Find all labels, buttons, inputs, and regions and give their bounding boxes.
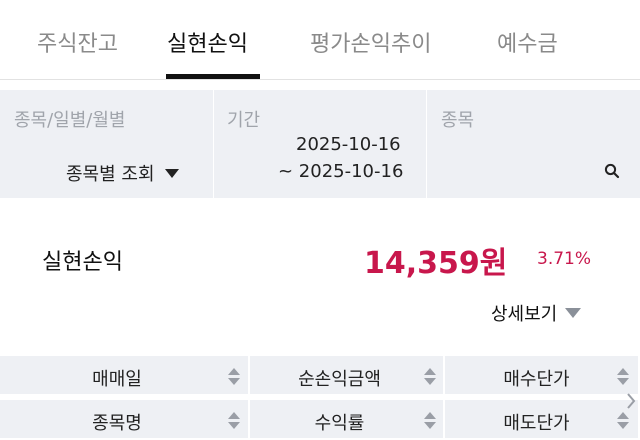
tab-bar: 주식잔고 실현손익 평가손익추이 예수금: [0, 0, 640, 80]
column-header-sell-price[interactable]: 매도단가: [445, 400, 640, 440]
tab-realized-pnl[interactable]: 실현손익: [167, 26, 248, 58]
column-header-buy-price[interactable]: 매수단가: [445, 356, 640, 396]
sort-icon[interactable]: [424, 368, 436, 386]
detail-view-button[interactable]: 상세보기: [491, 300, 582, 326]
filter-period-label: 기간: [227, 110, 261, 131]
tab-stock-balance[interactable]: 주식잔고: [37, 26, 118, 58]
realized-pnl-label: 실현손익: [42, 250, 123, 275]
filter-stock-cell[interactable]: 종목: [427, 90, 640, 198]
period-start-date[interactable]: 2025-10-16: [296, 134, 401, 155]
detail-view-label: 상세보기: [491, 304, 558, 325]
tab-deposit[interactable]: 예수금: [497, 26, 558, 58]
realized-pnl-rate: 3.71%: [537, 249, 592, 269]
active-tab-indicator: [166, 74, 260, 79]
triangle-down-icon: [565, 308, 582, 318]
column-header-net-pnl[interactable]: 순손익금액: [250, 356, 445, 396]
sort-icon[interactable]: [424, 412, 436, 430]
filter-type-label: 종목/일별/월별: [14, 110, 126, 131]
sort-icon[interactable]: [617, 412, 629, 430]
realized-pnl-amount: 14,359원: [364, 246, 508, 281]
period-end-date[interactable]: ~ 2025-10-16: [278, 161, 403, 182]
filter-stock-label: 종목: [441, 110, 475, 131]
filter-panel: 종목/일별/월별 종목별 조회 기간 2025-10-16 ~ 2025-10-…: [0, 90, 640, 198]
filter-type-cell[interactable]: 종목/일별/월별 종목별 조회: [0, 90, 213, 198]
chevron-right-icon[interactable]: [626, 392, 636, 410]
sort-icon[interactable]: [228, 412, 240, 430]
triangle-down-icon: [164, 168, 179, 178]
column-header-trade-date[interactable]: 매매일: [0, 356, 250, 396]
filter-type-dropdown[interactable]: 종목별 조회: [66, 160, 179, 186]
filter-type-value: 종목별 조회: [66, 164, 155, 185]
column-header-stock-name[interactable]: 종목명: [0, 400, 250, 440]
tab-valuation-trend[interactable]: 평가손익추이: [310, 26, 431, 58]
filter-period-cell[interactable]: 기간 2025-10-16 ~ 2025-10-16: [214, 90, 426, 198]
sort-icon[interactable]: [617, 368, 629, 386]
search-icon[interactable]: [604, 163, 620, 179]
column-header-return-rate[interactable]: 수익률: [250, 400, 445, 440]
sort-icon[interactable]: [228, 368, 240, 386]
table-header: 매매일 순손익금액 매수단가 종목명 수익률 매도단가: [0, 356, 640, 440]
